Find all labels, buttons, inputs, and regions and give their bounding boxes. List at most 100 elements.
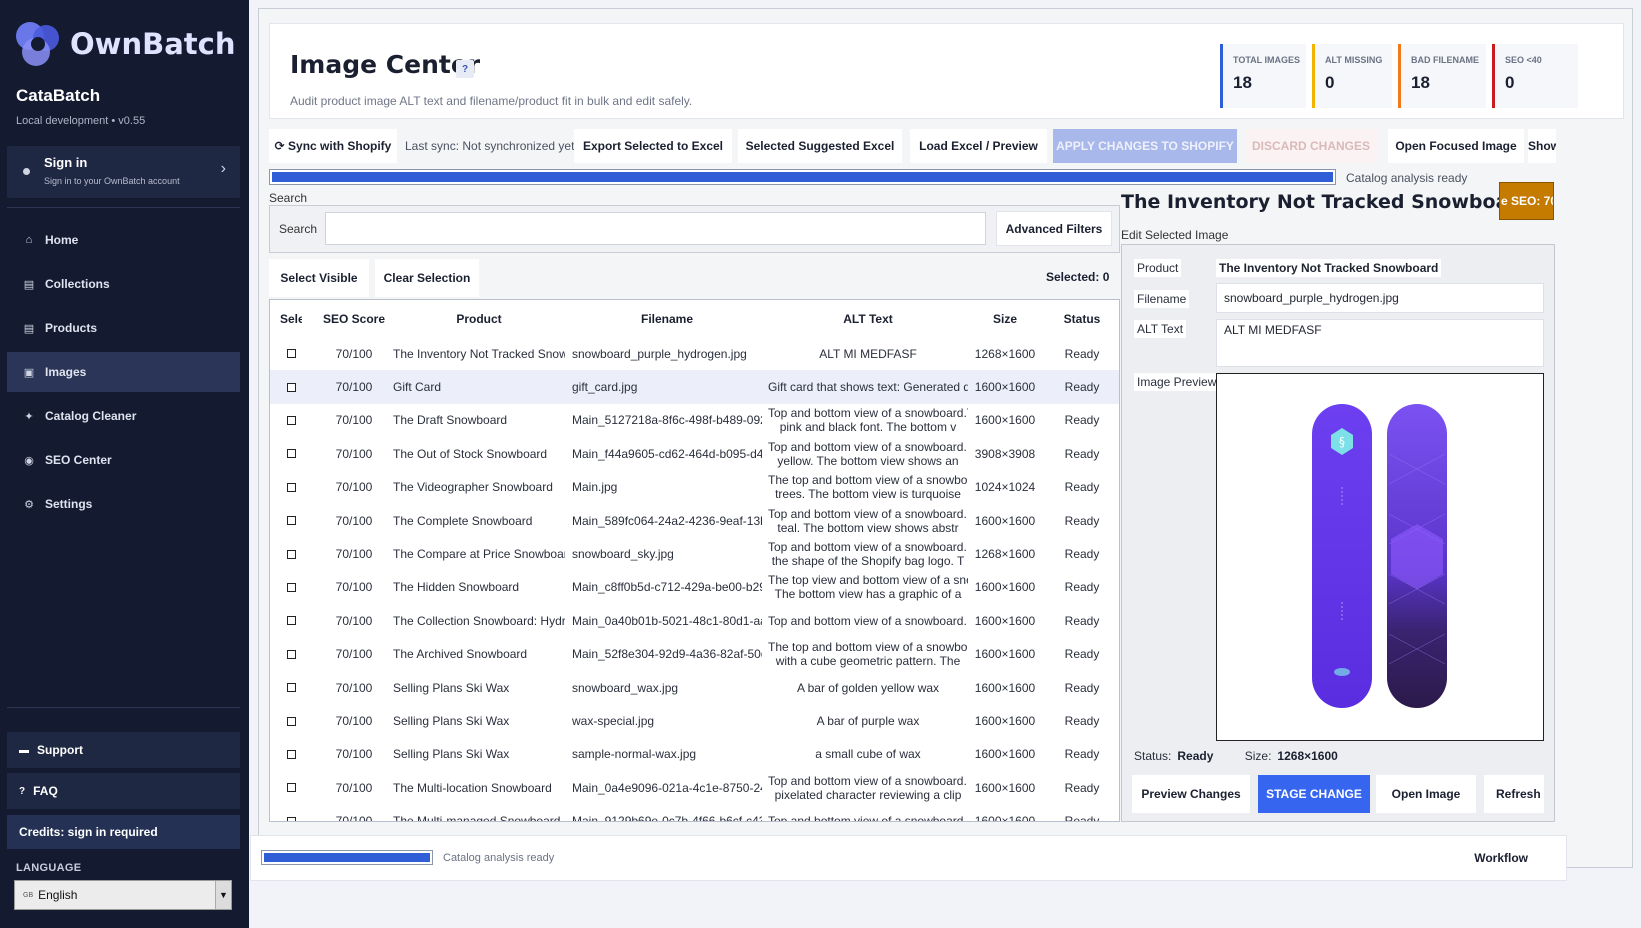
open-image-button[interactable]: Open Image	[1376, 775, 1476, 813]
row-checkbox[interactable]	[286, 415, 296, 425]
row-checkbox[interactable]	[286, 649, 296, 659]
sync-shopify-button[interactable]: ⟳ Sync with Shopify	[269, 129, 397, 163]
row-checkbox[interactable]	[286, 516, 296, 526]
product-cell: The Complete Snowboard	[393, 513, 533, 528]
credits-banner[interactable]: Credits: sign in required	[7, 815, 240, 849]
sign-in-button[interactable]: Sign in Sign in to your OwnBatch account…	[7, 146, 240, 198]
table-row[interactable]: 70/100 The Multi-managed Snowboard Main_91…	[270, 805, 1119, 822]
apply-changes-button[interactable]: APPLY CHANGES TO SHOPIFY	[1053, 129, 1237, 163]
row-checkbox[interactable]	[286, 449, 296, 459]
row-checkbox[interactable]	[286, 816, 296, 821]
selected-suggested-excel-button[interactable]: Selected Suggested Excel	[738, 129, 902, 163]
table-row[interactable]: 70/100 The Draft Snowboard Main_5127218a-8…	[270, 404, 1119, 437]
preview-changes-button[interactable]: Preview Changes	[1132, 775, 1250, 813]
row-checkbox[interactable]	[286, 382, 296, 392]
column-header[interactable]: SEO Score	[322, 300, 386, 337]
sidebar-item-label: Products	[45, 321, 98, 335]
export-selected-button[interactable]: Export Selected to Excel	[574, 129, 732, 163]
alt-text-value: Top and bottom view of a snowboard. T pi…	[768, 773, 967, 802]
open-focused-image-button[interactable]: Open Focused Image	[1388, 129, 1524, 163]
discard-changes-button[interactable]: DISCARD CHANGES	[1245, 129, 1377, 163]
row-checkbox[interactable]	[286, 783, 296, 793]
column-header[interactable]: Sele	[280, 300, 302, 337]
search-input[interactable]	[325, 212, 986, 245]
column-header[interactable]: Product	[393, 300, 565, 337]
question-icon: ?	[19, 785, 26, 797]
table-row[interactable]: 70/100 The Collection Snowboard: Hydro Mai…	[270, 604, 1119, 637]
main-panel: Image Center ? Audit product image ALT t…	[258, 8, 1633, 868]
column-header[interactable]: Status	[1052, 300, 1112, 337]
stage-change-button[interactable]: STAGE CHANGE	[1258, 775, 1370, 813]
sidebar-item-settings[interactable]: ⚙ Settings	[7, 484, 240, 524]
sidebar-item-catalog-cleaner[interactable]: ✦ Catalog Cleaner	[7, 396, 240, 436]
alt-text-input[interactable]: ALT MI MEDFASF	[1216, 319, 1544, 367]
faq-button[interactable]: ? FAQ	[7, 773, 240, 809]
workflow-button[interactable]: Workflow	[1474, 851, 1528, 865]
language-select[interactable]: GB English ▼	[14, 880, 232, 910]
row-checkbox[interactable]	[286, 482, 296, 492]
sidebar: OwnBatch CataBatch Local development • v…	[0, 0, 249, 928]
status-cell: Ready	[1064, 814, 1100, 822]
column-header[interactable]: Filename	[572, 300, 762, 337]
support-button[interactable]: ▬ Support	[7, 732, 240, 768]
column-header[interactable]: Size	[970, 300, 1040, 337]
size-cell: 1600×1600	[974, 647, 1036, 662]
alt-text-value: A bar of golden yellow wax	[796, 680, 940, 695]
load-excel-button[interactable]: Load Excel / Preview	[910, 129, 1047, 163]
column-header[interactable]: ALT Text	[768, 300, 968, 337]
dropdown-arrow-icon[interactable]: ▼	[215, 881, 231, 909]
table-row[interactable]: 70/100 The Archived Snowboard Main_52f8e30…	[270, 638, 1119, 671]
seo-score-cell: 70/100	[335, 547, 373, 562]
table-row[interactable]: 70/100 The Out of Stock Snowboard Main_f44…	[270, 437, 1119, 470]
row-checkbox[interactable]	[286, 549, 296, 559]
app-name: CataBatch	[16, 86, 101, 105]
support-icon: ▬	[19, 744, 29, 756]
filename-input[interactable]: snowboard_purple_hydrogen.jpg	[1216, 283, 1544, 313]
row-checkbox-cell	[280, 471, 302, 504]
help-button[interactable]: ?	[456, 60, 474, 78]
table-row[interactable]: 70/100 The Multi-location Snowboard Main_0…	[270, 771, 1119, 804]
product-cell: The Multi-location Snowboard	[393, 780, 552, 795]
table-row[interactable]: 70/100 Gift Card gift_card.jpg Gift card th…	[270, 370, 1119, 404]
table-row[interactable]: 70/100 Selling Plans Ski Wax sample-normal…	[270, 738, 1119, 771]
table-row[interactable]: 70/100 The Videographer Snowboard Main.jpg…	[270, 471, 1119, 504]
alt-text-value: Top and bottom view of a snowboard. T th…	[768, 540, 967, 569]
table-row[interactable]: 70/100 Selling Plans Ski Wax wax-special.j…	[270, 704, 1119, 737]
select-visible-button[interactable]: Select Visible	[269, 259, 369, 297]
sidebar-item-seo-center[interactable]: ◉ SEO Center	[7, 440, 240, 480]
search-group-label: Search	[269, 191, 308, 205]
alt-text-value: Top and bottom view of a snowboard.T pin…	[768, 406, 968, 435]
clear-selection-button[interactable]: Clear Selection	[375, 259, 479, 297]
size-cell: 1600×1600	[974, 580, 1036, 595]
table-row[interactable]: 70/100 The Complete Snowboard Main_589fc06…	[270, 504, 1119, 537]
table-row[interactable]: 70/100 The Compare at Price Snowboard snow…	[270, 537, 1119, 570]
advanced-filters-button[interactable]: Advanced Filters	[996, 211, 1112, 246]
refresh-button[interactable]: Refresh	[1484, 775, 1544, 813]
status-label: Status:	[1134, 749, 1172, 763]
table-row[interactable]: 70/100 Selling Plans Ski Wax snowboard_wax…	[270, 671, 1119, 704]
seo-score-cell: 70/100	[335, 380, 373, 395]
sidebar-item-home[interactable]: ⌂ Home	[7, 220, 240, 260]
table-row[interactable]: 70/100 The Hidden Snowboard Main_c8ff0b5d-…	[270, 571, 1119, 604]
seo-score-cell: 70/100	[335, 580, 373, 595]
row-checkbox[interactable]	[286, 683, 296, 693]
sidebar-item-products[interactable]: ▤ Products	[7, 308, 240, 348]
sidebar-item-collections[interactable]: ▤ Collections	[7, 264, 240, 304]
status-cell: Ready	[1064, 513, 1100, 528]
sidebar-item-label: Images	[45, 365, 87, 379]
alt-text-cell: A bar of purple wax	[768, 704, 968, 737]
product-cell: The Out of Stock Snowboard	[393, 446, 548, 461]
row-checkbox[interactable]	[286, 616, 296, 626]
table-row[interactable]: 70/100 The Inventory Not Tracked Snowb sno…	[270, 337, 1119, 370]
show-button[interactable]: Show	[1528, 129, 1556, 163]
alt-text-value: The top view and bottom view of a snow T…	[768, 573, 968, 602]
sidebar-item-images[interactable]: ▣ Images	[7, 352, 240, 392]
product-cell: The Videographer Snowboard	[393, 480, 553, 495]
collections-icon: ▤	[23, 278, 35, 291]
row-checkbox[interactable]	[286, 716, 296, 726]
row-checkbox[interactable]	[286, 349, 296, 359]
sidebar-item-label: Catalog Cleaner	[45, 409, 137, 423]
image-preview[interactable]: §	[1216, 373, 1544, 741]
row-checkbox[interactable]	[286, 582, 296, 592]
row-checkbox[interactable]	[286, 749, 296, 759]
